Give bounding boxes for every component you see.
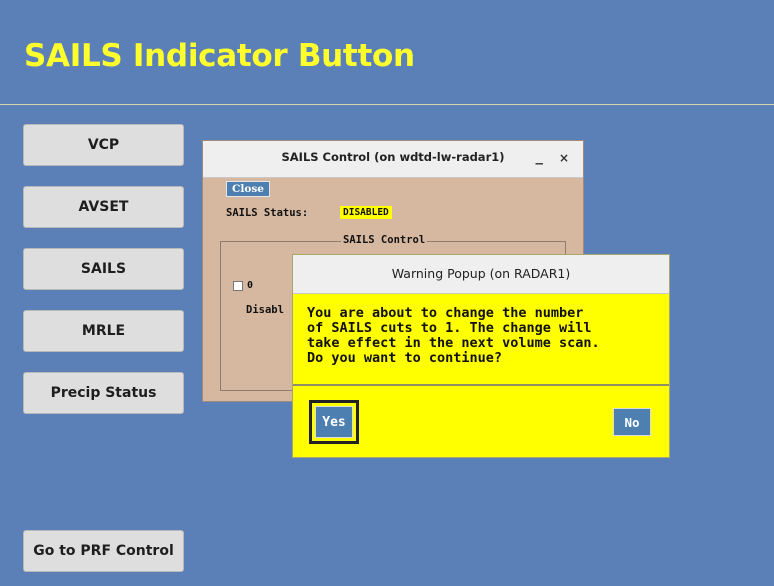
warning-popup-title: Warning Popup (on RADAR1) [391,266,571,281]
disabled-text: Disabl [246,304,284,316]
sails-cuts-option-0[interactable]: 0 [233,280,253,291]
minimize-icon[interactable]: _ [536,147,544,165]
status-badge: DISABLED [340,206,392,219]
yes-button-focus-frame: Yes [309,400,359,444]
precip-status-button[interactable]: Precip Status [23,372,184,414]
sails-control-group-label: SAILS Control [341,234,428,246]
sails-status-label: SAILS Status: [226,207,309,219]
checkbox-icon[interactable] [233,280,243,291]
divider [293,384,669,386]
yes-button[interactable]: Yes [315,406,353,438]
warning-popup-titlebar[interactable]: Warning Popup (on RADAR1) [293,255,669,294]
warning-message: You are about to change the number of SA… [307,305,600,366]
close-button[interactable]: Close [226,181,270,197]
option-label: 0 [247,280,254,291]
no-button[interactable]: No [613,408,651,436]
page-title: SAILS Indicator Button [24,38,415,74]
go-to-prf-control-button[interactable]: Go to PRF Control [23,530,184,572]
warning-popup: Warning Popup (on RADAR1) You are about … [292,254,670,458]
sails-window-title: SAILS Control (on wdtd-lw-radar1) [281,150,505,164]
sails-button[interactable]: SAILS [23,248,184,290]
mrle-button[interactable]: MRLE [23,310,184,352]
close-icon[interactable]: × [559,151,569,165]
title-divider [0,104,774,105]
avset-button[interactable]: AVSET [23,186,184,228]
sails-window-titlebar[interactable]: SAILS Control (on wdtd-lw-radar1) _ × [203,141,583,178]
vcp-button[interactable]: VCP [23,124,184,166]
